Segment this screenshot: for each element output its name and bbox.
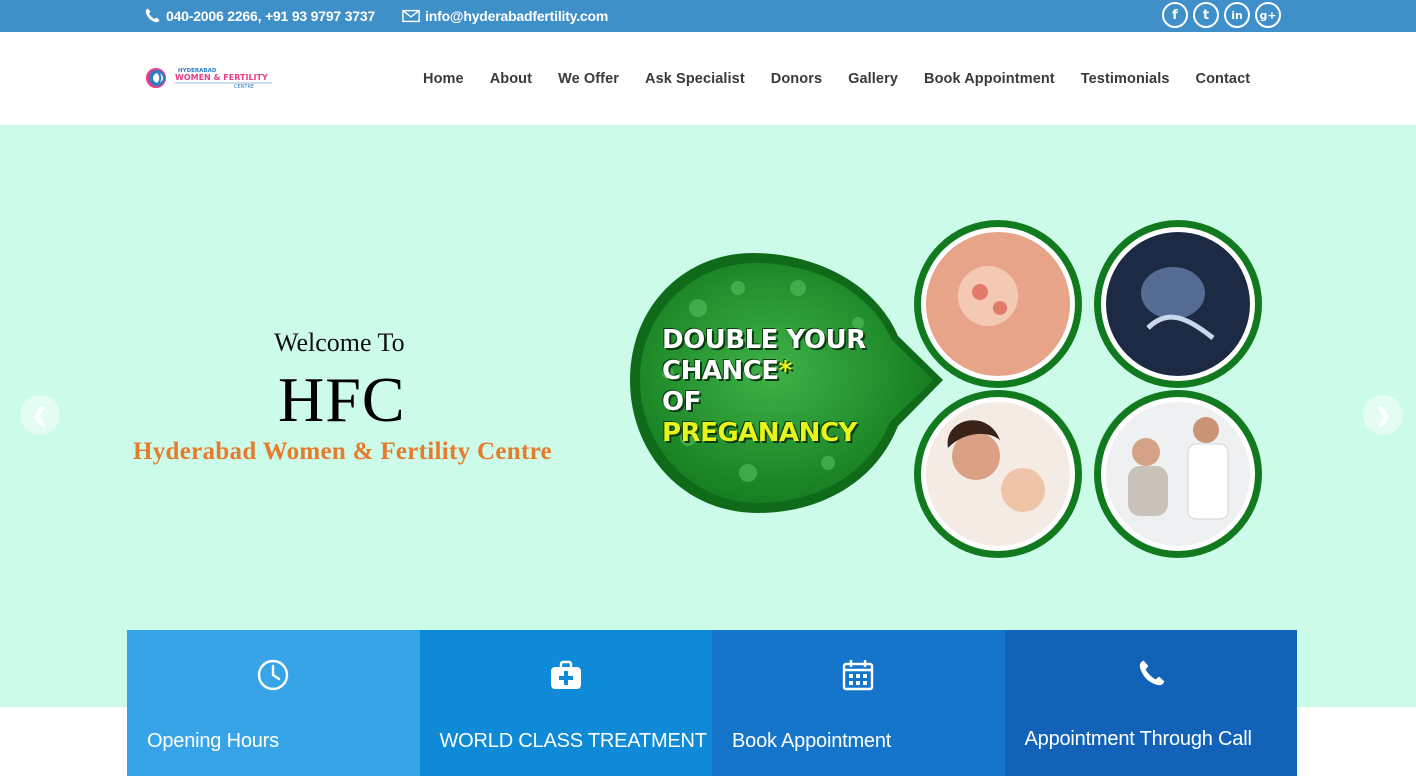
nav-testimonials[interactable]: Testimonials: [1068, 71, 1183, 87]
feature-opening-hours[interactable]: Opening Hours: [127, 630, 420, 776]
banner-line2: CHANCE: [662, 356, 779, 386]
photo-circle-embryo: [914, 220, 1082, 388]
nav-book-appointment[interactable]: Book Appointment: [911, 71, 1068, 87]
feature-appointment-through-call[interactable]: Appointment Through Call: [1004, 630, 1298, 776]
medical-kit-icon: [420, 658, 713, 692]
welcome-text: Welcome To: [274, 328, 405, 357]
banner-line3: OF: [662, 387, 701, 417]
phone-icon: [142, 6, 162, 26]
feature-book-appointment[interactable]: Book Appointment: [712, 630, 1005, 776]
phone-numbers[interactable]: 040-2006 2266, +91 93 9797 3737: [166, 8, 375, 24]
nav-ask-specialist[interactable]: Ask Specialist: [632, 71, 758, 87]
main-nav: Home About We Offer Ask Specialist Donor…: [410, 32, 1263, 125]
logo-line2: WOMEN & FERTILITY: [175, 73, 268, 82]
feature-label: WORLD CLASS TREATMENT: [439, 730, 708, 752]
linkedin-icon[interactable]: in: [1224, 2, 1250, 28]
photo-circle-doctor: [1094, 390, 1262, 558]
top-contact-bar: 040-2006 2266, +91 93 9797 3737 info@hyd…: [0, 0, 1416, 32]
hero-title: HFC: [278, 364, 406, 435]
contact-info: 040-2006 2266, +91 93 9797 3737 info@hyd…: [142, 0, 608, 32]
email-link[interactable]: info@hyderabadfertility.com: [425, 8, 608, 24]
nav-we-offer[interactable]: We Offer: [545, 71, 632, 87]
facebook-icon[interactable]: f: [1162, 2, 1188, 28]
site-logo[interactable]: HYDERABAD WOMEN & FERTILITY CENTRE: [144, 65, 276, 93]
banner-line4: PREGANANCY: [662, 418, 857, 448]
clock-icon: [127, 658, 420, 692]
mail-icon: [401, 6, 421, 26]
site-header: HYDERABAD WOMEN & FERTILITY CENTRE Home …: [0, 32, 1416, 125]
feature-label: Book Appointment: [732, 730, 892, 752]
banner-line1: DOUBLE YOUR: [662, 325, 866, 355]
feature-label: Opening Hours: [147, 730, 279, 752]
hero-subtitle: Hyderabad Women & Fertility Centre: [133, 438, 552, 465]
google-plus-icon[interactable]: g+: [1255, 2, 1281, 28]
slider-next-button[interactable]: ❯: [1363, 395, 1403, 435]
nav-about[interactable]: About: [477, 71, 545, 87]
banner-line2-wrap: CHANCE*: [662, 356, 866, 387]
hero-slider: Welcome To HFC Hyderabad Women & Fertili…: [0, 125, 1416, 707]
nav-contact[interactable]: Contact: [1183, 71, 1264, 87]
nav-home[interactable]: Home: [410, 71, 477, 87]
banner-headline: DOUBLE YOUR CHANCE* OF PREGANANCY: [662, 325, 866, 449]
twitter-icon[interactable]: t: [1193, 2, 1219, 28]
phone-icon: [1005, 658, 1298, 692]
logo-line3: CENTRE: [234, 84, 254, 90]
nav-donors[interactable]: Donors: [758, 71, 835, 87]
chevron-right-icon: ❯: [1374, 404, 1392, 427]
photo-circle-ultrasound: [1094, 220, 1262, 388]
banner-star: *: [778, 356, 793, 386]
calendar-icon: [712, 658, 1005, 692]
slider-prev-button[interactable]: ❮: [20, 395, 60, 435]
feature-boxes: Opening Hours WORLD CLASS TREATMENT Book…: [127, 630, 1297, 776]
photo-circle-mother-baby: [914, 390, 1082, 558]
feature-world-class-treatment[interactable]: WORLD CLASS TREATMENT: [419, 630, 713, 776]
nav-gallery[interactable]: Gallery: [835, 71, 911, 87]
feature-label: Appointment Through Call: [1024, 728, 1252, 750]
social-links: f t in g+: [1162, 2, 1281, 28]
chevron-left-icon: ❮: [31, 404, 49, 427]
